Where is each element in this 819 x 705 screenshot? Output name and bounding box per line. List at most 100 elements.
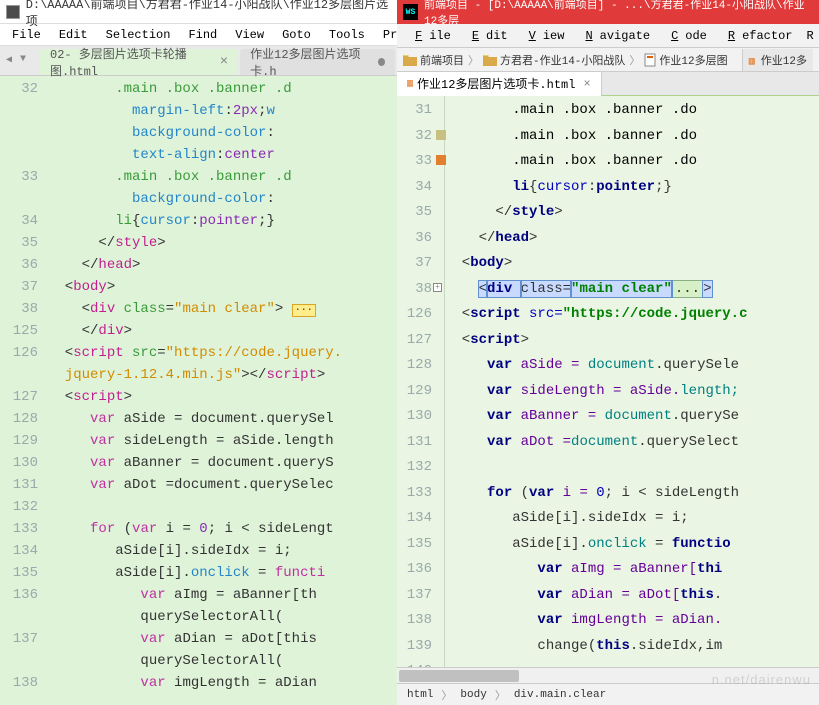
menu-goto[interactable]: Goto	[274, 26, 319, 44]
code-line[interactable]: .main .box .banner .do	[445, 149, 819, 175]
webstorm-bottom-breadcrumb: html〉body〉div.main.clear	[397, 683, 819, 705]
breadcrumb-item[interactable]: 方君君-作业14-小阳战队	[483, 52, 625, 68]
editor-tab-active[interactable]: ▥ 作业12多层图片选项卡.html ×	[397, 72, 602, 96]
scrollbar-thumb[interactable]	[399, 670, 519, 682]
html-file-icon: ▥	[749, 57, 761, 68]
menu-selection[interactable]: Selection	[98, 26, 179, 44]
code-line[interactable]: .main .box .banner .do	[445, 98, 819, 124]
overflow-tab[interactable]: ▥ 作业12多	[742, 49, 813, 71]
code-line[interactable]: for (var i = 0; i < sideLengt	[48, 518, 397, 540]
menu-file[interactable]: File	[4, 26, 49, 44]
menu-edit[interactable]: Edit	[51, 26, 96, 44]
code-line[interactable]: var aSide = document.querySele	[445, 353, 819, 379]
code-line[interactable]: <script src="https://code.jquery. jquery…	[48, 342, 397, 386]
structure-crumb[interactable]: body	[460, 689, 486, 701]
code-line[interactable]: background-color:	[48, 122, 397, 144]
menu-file[interactable]: File	[401, 27, 458, 45]
code-line[interactable]: <script>	[48, 386, 397, 408]
code-line[interactable]: aSide[i].onclick = functi	[48, 562, 397, 584]
code-line[interactable]: </div>	[48, 320, 397, 342]
code-line[interactable]: var sideLength = aSide.length;	[445, 379, 819, 405]
line-number: 133	[0, 518, 38, 540]
code-line[interactable]: background-color:	[48, 188, 397, 210]
code-line[interactable]: <script src="https://code.jquery.c	[445, 302, 819, 328]
menu-refactor[interactable]: Refactor	[714, 27, 800, 45]
code-line[interactable]: </style>	[445, 200, 819, 226]
code-line[interactable]: <body>	[48, 276, 397, 298]
code-line[interactable]: </head>	[445, 226, 819, 252]
sublime-app-icon	[6, 5, 20, 19]
line-number: 133	[397, 481, 432, 507]
code-line[interactable]: margin-left:2px;w	[48, 100, 397, 122]
structure-crumb[interactable]: html	[407, 689, 433, 701]
code-line[interactable]: <div class="main clear"...>	[445, 277, 819, 303]
code-line[interactable]	[445, 455, 819, 481]
menu-view[interactable]: View	[515, 27, 572, 45]
code-line[interactable]: li{cursor:pointer;}	[445, 175, 819, 201]
code-line[interactable]: var imgLength = aDian.	[445, 608, 819, 634]
sublime-code-area[interactable]: .main .box .banner .d margin-left:2px;w …	[48, 76, 397, 705]
code-line[interactable]: <body>	[445, 251, 819, 277]
webstorm-code-area[interactable]: .main .box .banner .do .main .box .banne…	[445, 96, 819, 667]
code-line[interactable]: var aDot =document.querySelect	[445, 430, 819, 456]
fold-toggle-icon[interactable]: +	[433, 283, 442, 292]
line-number	[0, 144, 38, 166]
menu-code[interactable]: Code	[657, 27, 714, 45]
menu-find[interactable]: Find	[180, 26, 225, 44]
menu-edit[interactable]: Edit	[458, 27, 515, 45]
webstorm-editor[interactable]: 3132333435363738+12612712812913013113213…	[397, 96, 819, 667]
code-line[interactable]: var aImg = aBanner[thi	[445, 557, 819, 583]
editor-tab-1[interactable]: 作业12多层图片选项卡.h	[240, 49, 395, 75]
code-line[interactable]: change(this.sideIdx,im	[445, 634, 819, 660]
code-line[interactable]: <div class="main clear"> ···	[48, 298, 397, 320]
code-line[interactable]: var aBanner = document.queryS	[48, 452, 397, 474]
editor-tab-0[interactable]: 02- 多层图片选项卡轮播图.html×	[40, 49, 238, 75]
code-line[interactable]: var aDian = aDot[this querySelectorAll(	[48, 628, 397, 672]
close-icon[interactable]: ×	[220, 54, 228, 70]
code-line[interactable]: </head>	[48, 254, 397, 276]
code-line[interactable]: var aDian = aDot[this.	[445, 583, 819, 609]
structure-crumb[interactable]: div.main.clear	[514, 689, 606, 701]
line-number: 131	[0, 474, 38, 496]
close-icon[interactable]: ×	[583, 77, 590, 91]
code-line[interactable]: .main .box .banner .do	[445, 124, 819, 150]
code-line[interactable]: var aBanner = document.querySe	[445, 404, 819, 430]
code-line[interactable]: aSide[i].sideIdx = i;	[48, 540, 397, 562]
code-line[interactable]: var sideLength = aSide.length	[48, 430, 397, 452]
menu-view[interactable]: View	[227, 26, 272, 44]
line-number: 131	[397, 430, 432, 456]
code-line[interactable]: <script>	[445, 328, 819, 354]
change-marker-icon	[436, 155, 446, 165]
breadcrumb-item[interactable]: 前端项目	[403, 52, 464, 68]
code-line[interactable]: var aSide = document.querySel	[48, 408, 397, 430]
horizontal-scrollbar[interactable]	[397, 667, 819, 683]
code-line[interactable]: .main .box .banner .d	[48, 166, 397, 188]
code-line[interactable]	[48, 496, 397, 518]
menu-tools[interactable]: Tools	[321, 26, 373, 44]
line-number: 132	[0, 496, 38, 518]
code-line[interactable]: .main .box .banner .d	[48, 78, 397, 100]
line-number: 34	[397, 175, 432, 201]
tab-nav-left-icon[interactable]: ◀	[6, 54, 12, 66]
code-line[interactable]: aSide[i].onclick = functio	[445, 532, 819, 558]
tab-label: 作业12多层图片选项卡.h	[250, 45, 372, 79]
line-number: 127	[397, 328, 432, 354]
menu-run[interactable]: Run	[800, 27, 819, 45]
menu-navigate[interactable]: Navigate	[571, 27, 657, 45]
code-line[interactable]: </style>	[48, 232, 397, 254]
code-line[interactable]: aSide[i].sideIdx = i;	[445, 506, 819, 532]
code-line[interactable]: text-align:center	[48, 144, 397, 166]
code-line[interactable]	[445, 659, 819, 667]
sublime-editor[interactable]: 3233343536373812512612712812913013113213…	[0, 76, 397, 705]
code-line[interactable]: var aImg = aBanner[th querySelectorAll(	[48, 584, 397, 628]
menu-project[interactable]: Project	[375, 26, 397, 44]
breadcrumb-label: 作业12多层图	[659, 52, 727, 68]
breadcrumb-item[interactable]: 作业12多层图	[644, 52, 727, 68]
code-line[interactable]: for (var i = 0; i < sideLength	[445, 481, 819, 507]
code-line[interactable]: var imgLength = aDian	[48, 672, 397, 694]
code-line[interactable]: li{cursor:pointer;}	[48, 210, 397, 232]
tab-nav-right-icon[interactable]: ▼	[20, 54, 26, 65]
code-line[interactable]: var aDot =document.querySelec	[48, 474, 397, 496]
line-number: 127	[0, 386, 38, 408]
line-number: 134	[397, 506, 432, 532]
